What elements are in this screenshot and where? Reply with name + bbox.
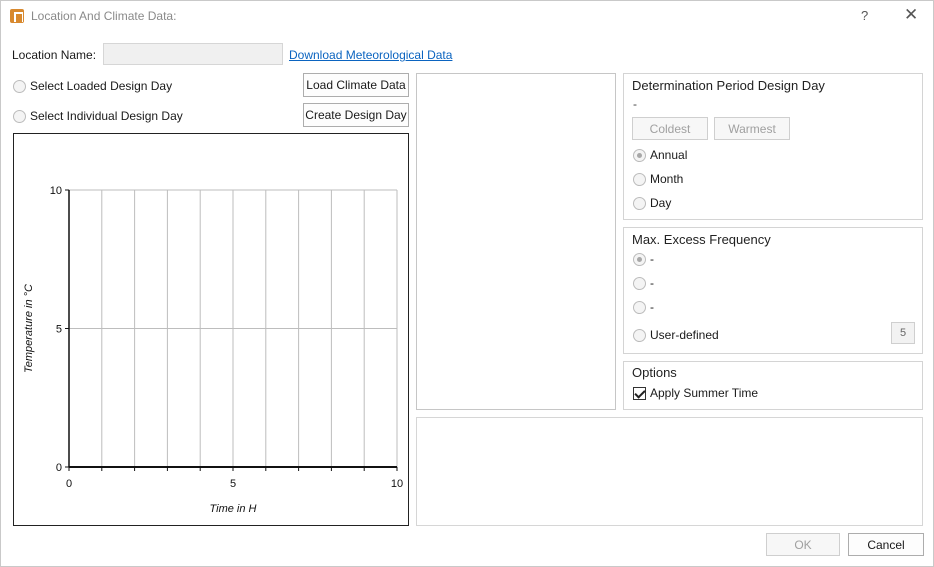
y-tick-label: 0 [56, 462, 62, 474]
radio-icon [633, 196, 646, 210]
chart-ticks: 0 5 10 0 5 10 [50, 185, 403, 490]
x-axis-label: Time in H [210, 503, 257, 515]
chart-grid [68, 189, 398, 468]
annual-radio[interactable]: Annual [633, 148, 687, 162]
radio-icon [633, 252, 646, 266]
x-tick-label: 10 [391, 478, 403, 490]
cancel-button[interactable]: Cancel [848, 533, 924, 556]
design-day-list-panel [416, 73, 616, 410]
temperature-chart: 0 5 10 0 5 10 Time in H Temperature in °C [13, 133, 409, 526]
x-tick-label: 0 [66, 478, 72, 490]
radio-icon [633, 300, 646, 314]
month-label: Month [650, 172, 684, 186]
apply-summer-time-checkbox[interactable]: Apply Summer Time [633, 386, 758, 400]
download-meteorological-data-link[interactable]: Download Meteorological Data [289, 48, 452, 62]
options-group: Options Apply Summer Time [623, 361, 923, 410]
apply-summer-time-label: Apply Summer Time [650, 386, 759, 400]
close-icon[interactable]: ✕ [904, 5, 918, 25]
window-title: Location And Climate Data: [31, 9, 177, 23]
checkbox-checked-icon [633, 386, 646, 400]
user-defined-frequency-input[interactable]: 5 [891, 322, 915, 344]
help-icon[interactable]: ? [861, 8, 868, 23]
radio-icon [633, 172, 646, 186]
excess-frequency-option-3[interactable]: - [633, 300, 654, 314]
max-excess-frequency-title: Max. Excess Frequency [632, 232, 771, 247]
warmest-button[interactable]: Warmest [714, 117, 790, 140]
select-individual-design-day-label: Select Individual Design Day [30, 109, 183, 123]
x-tick-label: 5 [230, 478, 236, 490]
y-axis-label: Temperature in °C [23, 284, 35, 373]
coldest-button[interactable]: Coldest [632, 117, 708, 140]
select-loaded-design-day-radio[interactable]: Select Loaded Design Day [13, 79, 172, 93]
y-tick-label: 10 [50, 185, 62, 197]
determination-period-group: Determination Period Design Day - Coldes… [623, 73, 923, 220]
radio-icon [633, 328, 646, 342]
annual-label: Annual [650, 148, 688, 162]
month-radio[interactable]: Month [633, 172, 683, 186]
load-climate-data-button[interactable]: Load Climate Data [303, 73, 409, 97]
select-loaded-design-day-label: Select Loaded Design Day [30, 79, 173, 93]
determination-value: - [633, 97, 637, 111]
radio-icon [13, 109, 26, 123]
user-defined-radio[interactable]: User-defined [633, 328, 719, 342]
radio-icon [633, 148, 646, 162]
title-bar: Location And Climate Data: ? ✕ [1, 1, 933, 31]
y-tick-label: 5 [56, 324, 62, 336]
options-title: Options [632, 365, 677, 380]
excess-frequency-option-label: - [650, 276, 654, 290]
max-excess-frequency-group: Max. Excess Frequency - - - User-defined… [623, 227, 923, 354]
radio-icon [633, 276, 646, 290]
info-panel [416, 417, 923, 526]
create-design-day-button[interactable]: Create Design Day [303, 103, 409, 127]
select-individual-design-day-radio[interactable]: Select Individual Design Day [13, 109, 183, 123]
day-radio[interactable]: Day [633, 196, 671, 210]
determination-period-title: Determination Period Design Day [632, 78, 825, 93]
excess-frequency-option-label: - [650, 300, 654, 314]
excess-frequency-option-2[interactable]: - [633, 276, 654, 290]
ok-button[interactable]: OK [766, 533, 840, 556]
radio-icon [13, 79, 26, 93]
app-logo-icon [10, 9, 24, 23]
location-climate-dialog: Location And Climate Data: ? ✕ Location … [0, 0, 934, 567]
day-label: Day [650, 196, 672, 210]
chart-canvas: 0 5 10 0 5 10 Time in H Temperature in °C [23, 185, 403, 515]
excess-frequency-option-1[interactable]: - [633, 252, 654, 266]
location-name-input[interactable] [103, 43, 283, 65]
user-defined-label: User-defined [650, 328, 719, 342]
excess-frequency-option-label: - [650, 252, 654, 266]
location-name-label: Location Name: [12, 48, 97, 62]
